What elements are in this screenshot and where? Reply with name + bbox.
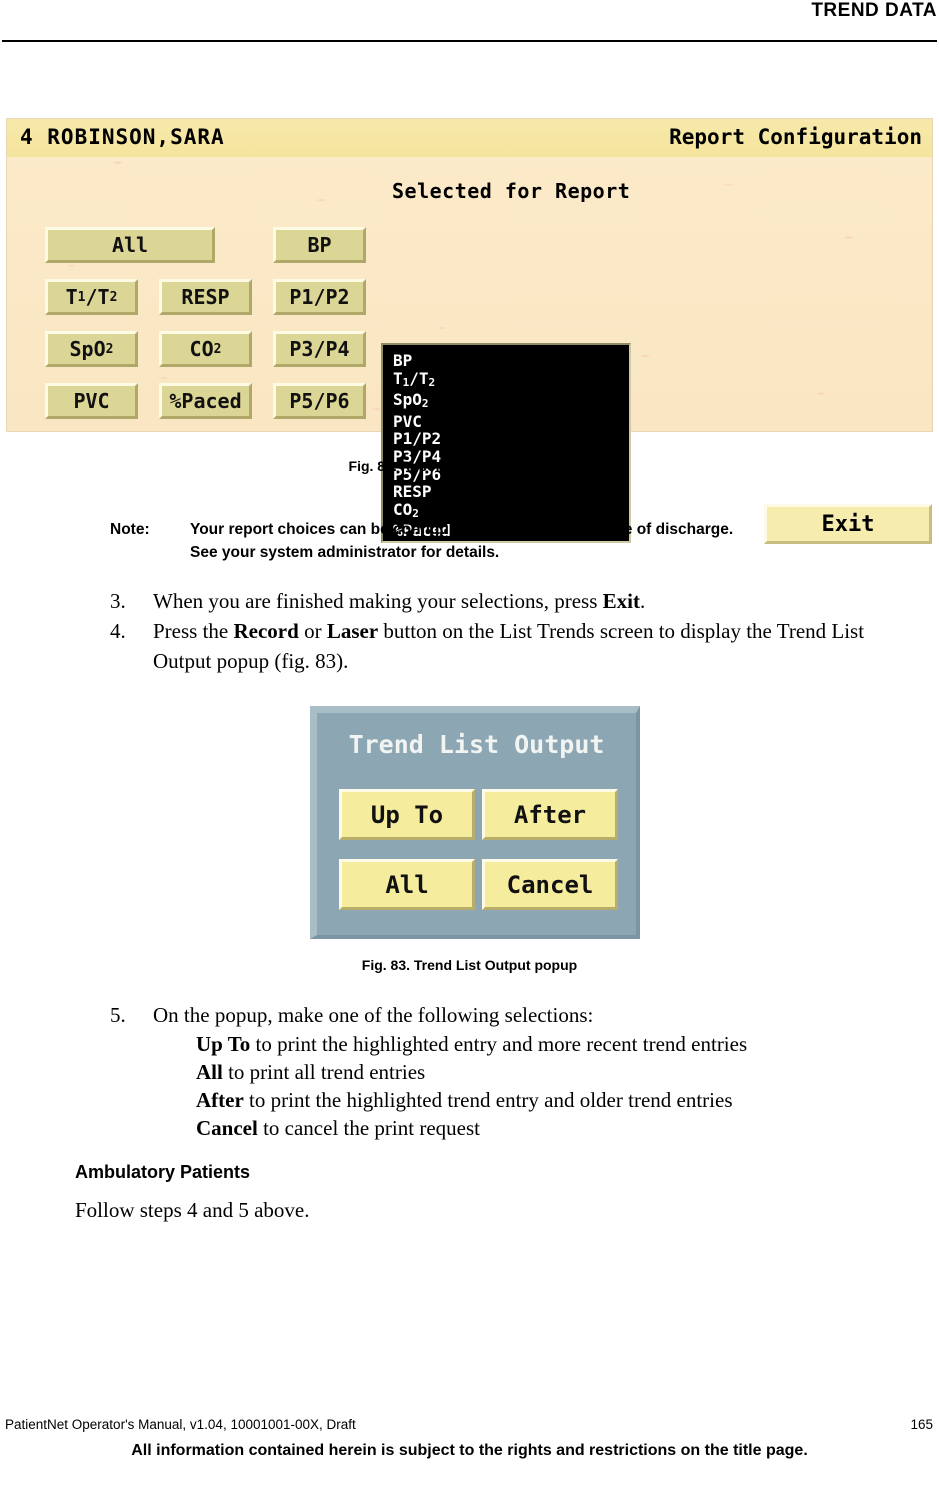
- option-text-all: to print all trend entries: [222, 1060, 426, 1084]
- steps-list-upper: 3. When you are finished making your sel…: [110, 586, 910, 676]
- step-4-number: 4.: [110, 619, 126, 643]
- footer-manual-reference: PatientNet Operator's Manual, v1.04, 100…: [5, 1417, 356, 1432]
- step-4-text-mid: or: [298, 619, 327, 643]
- option-bold-after: After: [196, 1088, 244, 1112]
- report-configuration-screen: 4 ROBINSON,SARA Report Configuration Sel…: [6, 118, 933, 544]
- note-line-1: Your report choices can be configured to…: [190, 521, 734, 538]
- param-button-spo2[interactable]: SpO 2: [45, 331, 138, 367]
- step-3-number: 3.: [110, 589, 126, 613]
- step-5-text: On the popup, make one of the following …: [153, 1003, 594, 1027]
- popup-title: Trend List Output: [348, 730, 605, 759]
- step-5-option: Cancel to cancel the print request: [196, 1114, 910, 1142]
- patient-identifier: 4 ROBINSON,SARA: [20, 125, 225, 149]
- step-4-bold-record: Record: [233, 619, 299, 643]
- list-item: T1/T2: [393, 368, 629, 392]
- param-button-bp[interactable]: BP: [273, 227, 366, 263]
- param-button-all[interactable]: All: [45, 227, 215, 263]
- running-head-title: TREND DATA: [811, 0, 937, 21]
- selected-report-listbox[interactable]: BP T1/T2 SpO2 PVC P1/P2 P3/P4 P5/P6 RESP…: [381, 343, 631, 543]
- step-5-number: 5.: [110, 1003, 126, 1027]
- step-3-text-before: When you are finished making your select…: [153, 589, 603, 613]
- param-button-p3-p4[interactable]: P3/P4: [273, 331, 366, 367]
- param-sub-spo2: 2: [105, 341, 114, 357]
- trend-list-output-popup: Trend List Output Up To After All Cancel: [310, 706, 640, 939]
- screen-title: Report Configuration: [669, 125, 922, 149]
- param-label-t: T: [65, 285, 78, 309]
- footer-page-number: 165: [910, 1417, 933, 1432]
- list-item-text: P1/P2: [393, 429, 442, 449]
- list-item: SpO2: [393, 391, 629, 413]
- screen-titlebar: 4 ROBINSON,SARA Report Configuration: [7, 119, 932, 157]
- param-button-resp[interactable]: RESP: [159, 279, 252, 315]
- param-button-percent-paced[interactable]: %Paced: [159, 383, 252, 419]
- list-item: PVC: [393, 411, 629, 431]
- param-sub-co2: 2: [213, 341, 222, 357]
- list-item: BP: [393, 352, 629, 370]
- option-text-up-to: to print the highlighted entry and more …: [250, 1032, 748, 1056]
- list-item-text: PVC: [393, 411, 422, 431]
- figure-83-caption: Fig. 83. Trend List Output popup: [361, 957, 578, 973]
- step-3: 3. When you are finished making your sel…: [110, 586, 910, 616]
- step-4-bold-laser: Laser: [326, 619, 379, 643]
- param-button-co2[interactable]: CO 2: [159, 331, 252, 367]
- option-text-cancel: to cancel the print request: [257, 1116, 480, 1140]
- note-text: Your report choices can be configured to…: [190, 518, 900, 564]
- note-label: Note:: [110, 521, 150, 538]
- list-item-text: RESP: [393, 482, 432, 502]
- step-4-text-before: Press the: [153, 619, 234, 643]
- list-item-text: BP: [393, 351, 413, 370]
- param-button-t1-t2[interactable]: T 1/T 2: [45, 279, 138, 315]
- param-label-spo: SpO: [69, 337, 106, 361]
- popup-button-up-to[interactable]: Up To: [339, 789, 475, 840]
- param-button-pvc[interactable]: PVC: [45, 383, 138, 419]
- option-bold-up-to: Up To: [196, 1032, 251, 1056]
- step-3-bold-exit: Exit: [602, 589, 640, 613]
- list-item: RESP: [393, 483, 629, 501]
- param-sub-1: 1: [77, 289, 86, 305]
- steps-list-lower: 5. On the popup, make one of the followi…: [110, 1000, 910, 1142]
- section-body-ambulatory-patients: Follow steps 4 and 5 above.: [75, 1198, 310, 1222]
- list-item-sub2: 2: [428, 375, 436, 389]
- popup-button-cancel[interactable]: Cancel: [482, 859, 618, 910]
- list-item: P1/P2: [393, 430, 629, 448]
- param-sub-2: 2: [109, 289, 118, 305]
- header-divider-rule: [2, 40, 937, 42]
- popup-button-all[interactable]: All: [339, 859, 475, 910]
- list-item-text: SpO: [393, 390, 422, 410]
- note-block: Note: Your report choices can be configu…: [110, 518, 900, 564]
- section-heading-ambulatory-patients: Ambulatory Patients: [75, 1162, 251, 1182]
- step-4: 4. Press the Record or Laser button on t…: [110, 616, 910, 676]
- param-label-slash-t: /T: [85, 285, 110, 309]
- step-5-option: All to print all trend entries: [196, 1058, 910, 1086]
- figure-82-caption: Fig. 82. Report Configuration screen: [348, 458, 591, 474]
- option-bold-cancel: Cancel: [196, 1116, 258, 1140]
- page-running-head: TREND DATA: [0, 0, 939, 44]
- step-5-option: Up To to print the highlighted entry and…: [196, 1030, 910, 1058]
- footer-disclaimer: All information contained herein is subj…: [131, 1442, 808, 1459]
- step-3-text-after: .: [639, 589, 646, 613]
- param-button-p5-p6[interactable]: P5/P6: [273, 383, 366, 419]
- list-item-sub: 2: [421, 397, 429, 411]
- note-line-2: See your system administrator for detail…: [190, 544, 500, 561]
- option-bold-all: All: [196, 1060, 223, 1084]
- step-5: 5. On the popup, make one of the followi…: [110, 1000, 910, 1030]
- step-5-option: After to print the highlighted trend ent…: [196, 1086, 910, 1114]
- list-item-text: T: [393, 368, 403, 388]
- list-item-text: CO: [393, 499, 413, 519]
- popup-button-after[interactable]: After: [482, 789, 618, 840]
- selected-for-report-label: Selected for Report: [392, 179, 631, 203]
- step-5-options: Up To to print the highlighted entry and…: [196, 1030, 910, 1142]
- param-label-co: CO: [189, 337, 214, 361]
- option-text-after: to print the highlighted trend entry and…: [243, 1088, 733, 1112]
- param-button-p1-p2[interactable]: P1/P2: [273, 279, 366, 315]
- list-item-tail: /T: [409, 368, 429, 388]
